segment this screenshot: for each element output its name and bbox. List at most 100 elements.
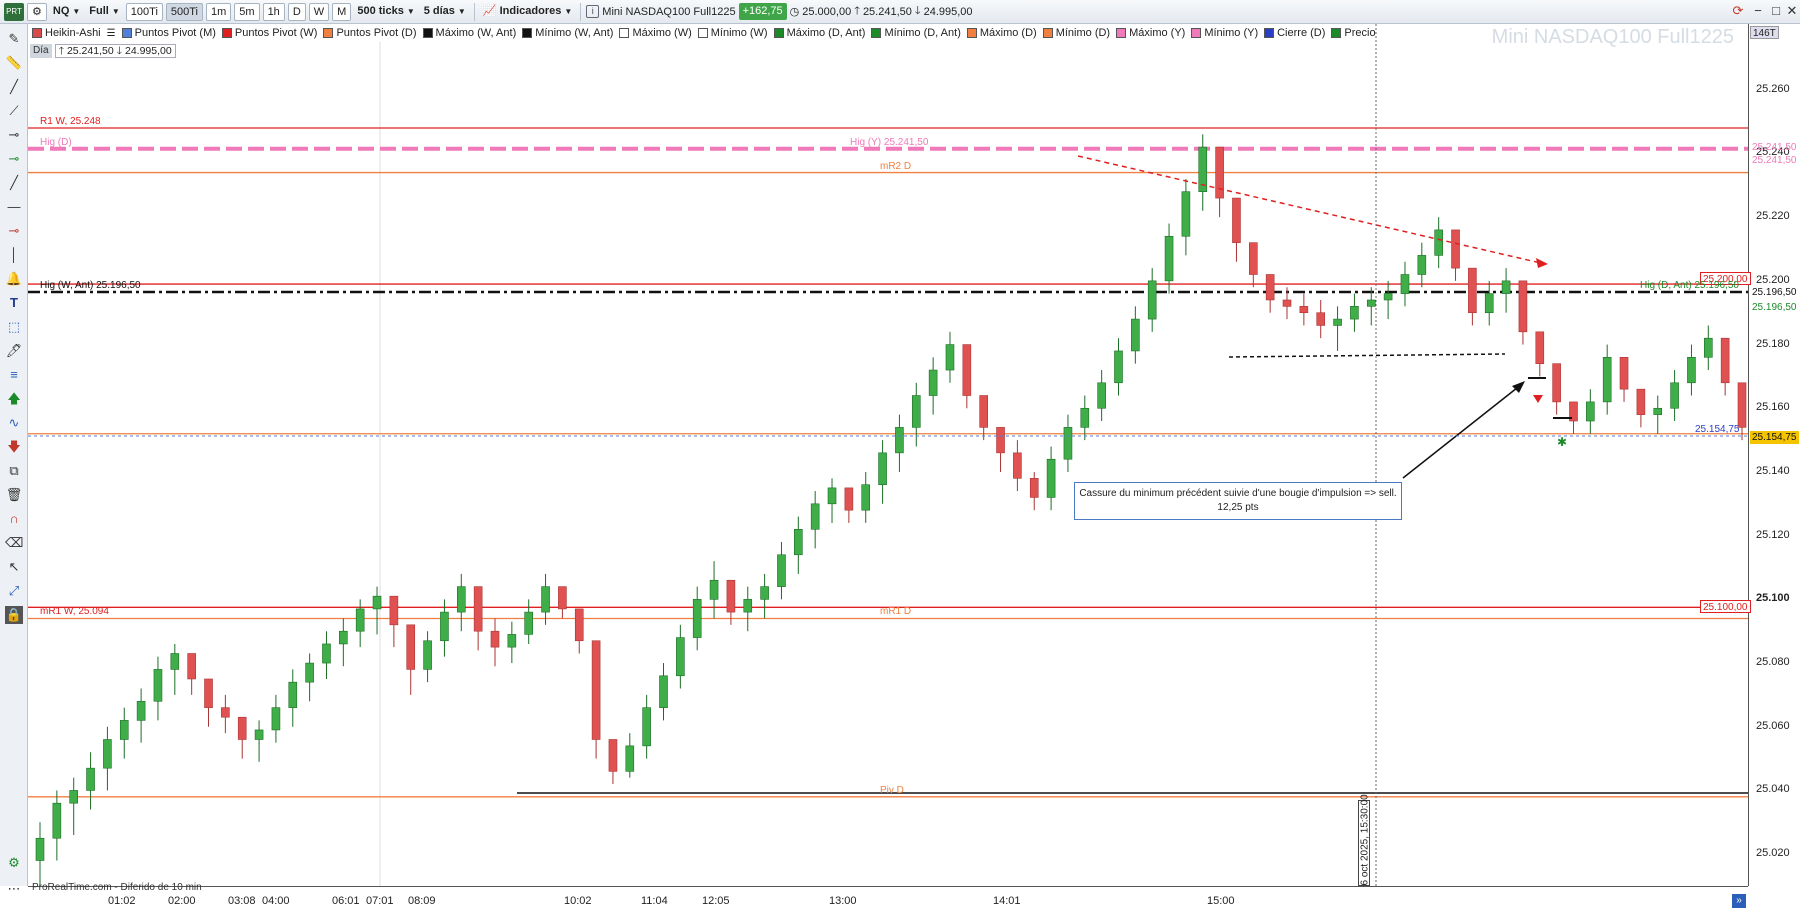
legend-item[interactable]: Máximo (D): [966, 27, 1037, 39]
price-tick-label: 25.160: [1756, 401, 1790, 414]
data-source-label: ProRealTime.com - Diferido de 10 min: [32, 882, 202, 893]
legend-item[interactable]: Mínimo (W): [697, 27, 768, 39]
legend-item[interactable]: Puntos Pivot (M): [121, 27, 216, 39]
candles: [35, 134, 1747, 893]
annotation-text: Cassure du minimum précédent suivie d'un…: [1079, 488, 1397, 499]
legend-item[interactable]: Precio: [1331, 27, 1376, 39]
candle-body: [204, 678, 213, 708]
legend-label: Máximo (Y): [1129, 27, 1186, 39]
candle-body: [52, 802, 62, 839]
legend-label: Heikin-Ashi: [45, 27, 101, 39]
price-badge: 25.241,50: [1752, 142, 1797, 153]
candle-body: [1046, 458, 1056, 498]
candle-body: [895, 427, 904, 454]
legend-item[interactable]: Cierre (D): [1264, 27, 1325, 39]
time-tick-label: 11:04: [641, 895, 668, 907]
candle-body: [1619, 357, 1629, 390]
annotation-box[interactable]: Cassure du minimum précédent suivie d'un…: [1074, 482, 1402, 520]
legend-item[interactable]: Máximo (W): [619, 27, 692, 39]
candle-body: [1215, 146, 1224, 199]
watermark: Mini NASDAQ100 Full1225: [1491, 26, 1734, 48]
legend-item[interactable]: Mínimo (D, Ant): [871, 27, 961, 39]
legend-item[interactable]: Mínimo (W, Ant): [522, 27, 613, 39]
candle-body: [35, 837, 45, 861]
annotation-points: 12,25 pts: [1217, 502, 1259, 513]
candle-body: [271, 707, 281, 731]
indicator-legend: Heikin-Ashi ☰ Puntos Pivot (M) Puntos Pivot…: [28, 24, 1376, 42]
legend-item[interactable]: Máximo (W, Ant): [422, 27, 516, 39]
time-tick-label: 01:02: [108, 895, 136, 907]
trend-arrow-head: [1536, 258, 1548, 268]
legend-swatch: [966, 28, 977, 38]
candle-body: [878, 452, 887, 486]
candle-body: [339, 630, 348, 645]
legend-swatch: [1331, 28, 1342, 38]
candle-body: [524, 611, 533, 635]
legend-label: Cierre (D): [1277, 27, 1326, 39]
candle-body: [642, 707, 651, 747]
legend-label: Puntos Pivot (M): [134, 27, 216, 39]
candle-body: [608, 739, 618, 772]
tick-count-badge: 146T: [1750, 26, 1779, 39]
candle-body: [1636, 388, 1646, 415]
candle-body: [1501, 280, 1511, 294]
candle-body: [1535, 331, 1545, 364]
candle-body: [1737, 382, 1747, 428]
time-tick-label: 06:01: [332, 895, 360, 907]
legend-item[interactable]: Mínimo (D): [1042, 27, 1110, 39]
legend-item[interactable]: Heikin-Ashi: [32, 27, 101, 39]
candle-body: [103, 739, 112, 769]
level-label: mR1 W, 25.094: [40, 606, 109, 618]
candle-body: [743, 599, 753, 613]
candle-body: [625, 745, 635, 772]
arrow-up-icon: 🡑: [58, 45, 65, 57]
candle-body: [254, 729, 264, 740]
legend-item[interactable]: Puntos Pivot (D): [323, 27, 417, 39]
candle-body: [1720, 337, 1730, 384]
grid: [121, 42, 1753, 891]
candle-body: [541, 586, 550, 613]
price-tick-label: 25.260: [1756, 82, 1790, 95]
legend-item[interactable]: Máximo (Y): [1116, 27, 1185, 39]
candle-body: [726, 579, 736, 613]
candle-body: [86, 767, 95, 791]
scroll-right-icon[interactable]: »: [1732, 894, 1746, 908]
legend-label: Puntos Pivot (D): [336, 27, 417, 39]
legend-item[interactable]: Puntos Pivot (W): [221, 27, 318, 39]
date-marker: 6 oct 2025, 15:30:00: [1358, 794, 1371, 886]
previous-low-line[interactable]: [1228, 353, 1506, 358]
legend-swatch: [323, 28, 334, 38]
candle-body: [1164, 235, 1174, 282]
candle-body: [827, 487, 837, 505]
time-tick-label: 14:01: [993, 895, 1021, 907]
list-icon[interactable]: ☰: [107, 28, 116, 39]
candle-body: [1451, 229, 1460, 269]
candle-body: [844, 487, 854, 511]
candle-body: [355, 608, 365, 632]
candle-body: [1653, 407, 1663, 415]
legend-item[interactable]: Máximo (D, Ant): [773, 27, 865, 39]
arrow-down-icon: 🡓: [116, 45, 123, 57]
legend-swatch: [619, 28, 630, 38]
level-label: Hig (D): [40, 136, 72, 148]
candle-body: [490, 630, 500, 648]
legend-label: Puntos Pivot (W): [234, 27, 318, 39]
candle-body: [659, 675, 668, 708]
candle-body: [709, 579, 719, 600]
candle-body: [423, 640, 432, 670]
candle-body: [1147, 280, 1157, 320]
candle-body: [1282, 299, 1292, 307]
candle-body: [1670, 382, 1679, 409]
legend-swatch: [871, 28, 882, 38]
candle-body: [1434, 229, 1443, 256]
candle-body: [558, 586, 567, 610]
legend-swatch: [1191, 28, 1202, 38]
legend-item[interactable]: Mínimo (Y): [1191, 27, 1258, 39]
candle-body: [911, 395, 921, 428]
candle-body: [928, 369, 938, 396]
legend-swatch: [1264, 28, 1275, 38]
candle-body: [440, 611, 449, 642]
candle-body: [1383, 293, 1393, 301]
candle-body: [1097, 382, 1106, 409]
time-tick-label: 08:09: [408, 895, 436, 907]
